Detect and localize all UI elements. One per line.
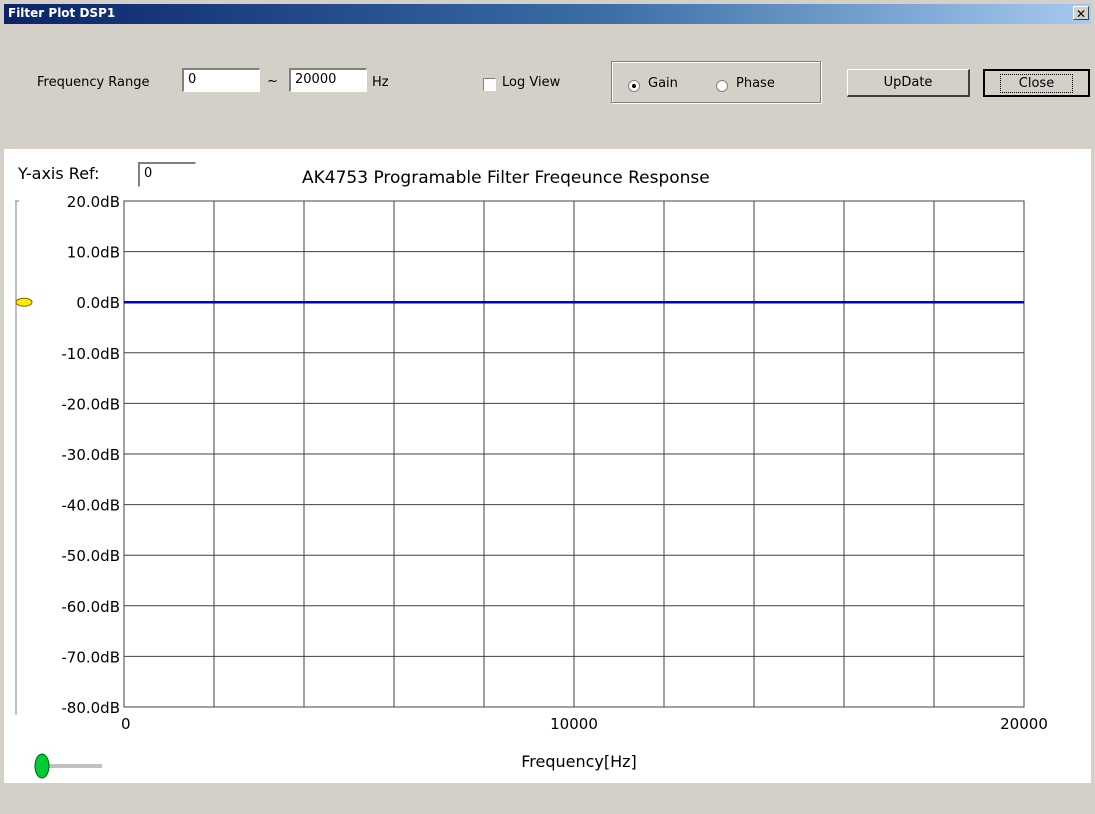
frequency-max-field[interactable]: 20000: [289, 68, 367, 92]
phase-radio[interactable]: [716, 80, 728, 92]
status-bar: [4, 784, 1091, 810]
y-tick-label: -30.0dB: [61, 446, 120, 464]
log-view-checkbox[interactable]: [483, 78, 496, 91]
x-slider-thumb[interactable]: [34, 753, 50, 779]
mode-group: Gain Phase: [611, 61, 821, 103]
plot-panel: Y-axis Ref: 0 AK4753 Programable Filter …: [4, 149, 1091, 783]
filter-plot-window: Filter Plot DSP1 ✕ Frequency Range 0 ~ 2…: [0, 0, 1095, 814]
close-icon[interactable]: ✕: [1073, 6, 1089, 21]
close-button[interactable]: Close: [983, 69, 1090, 97]
x-tick-label: 20000: [1000, 715, 1048, 733]
y-tick-label: -80.0dB: [61, 699, 120, 717]
gain-radio[interactable]: [628, 80, 640, 92]
y-tick-label: -70.0dB: [61, 648, 120, 666]
x-tick-label: 10000: [550, 715, 598, 733]
close-button-label: Close: [999, 73, 1074, 93]
range-tilde: ~: [267, 74, 278, 89]
frequency-min-field[interactable]: 0: [182, 68, 260, 92]
phase-label: Phase: [736, 76, 775, 91]
window-title: Filter Plot DSP1: [8, 6, 116, 20]
frequency-unit-label: Hz: [372, 75, 389, 90]
x-axis-label: Frequency[Hz]: [521, 752, 637, 771]
y-tick-label: -60.0dB: [61, 598, 120, 616]
y-tick-label: -40.0dB: [61, 497, 120, 515]
gain-label: Gain: [648, 76, 678, 91]
title-bar[interactable]: Filter Plot DSP1 ✕: [4, 4, 1091, 24]
y-slider-thumb[interactable]: [15, 297, 33, 307]
y-axis-ref-slider[interactable]: [15, 200, 33, 715]
frequency-range-label: Frequency Range: [37, 75, 150, 90]
y-tick-label: 0.0dB: [76, 294, 120, 312]
chart-grid: [123, 200, 1025, 708]
x-axis-ticks: 0 10000 20000: [121, 715, 1048, 733]
y-tick-label: -10.0dB: [61, 345, 120, 363]
y-tick-label: 20.0dB: [67, 193, 120, 211]
y-axis-ticks: 20.0dB 10.0dB 0.0dB -10.0dB -20.0dB -30.0dB -4…: [61, 193, 120, 717]
update-button[interactable]: UpDate: [847, 69, 970, 97]
log-view-label: Log View: [502, 75, 561, 90]
y-tick-label: -50.0dB: [61, 547, 120, 565]
x-zoom-slider[interactable]: [34, 753, 102, 779]
y-tick-label: 10.0dB: [67, 244, 120, 262]
x-tick-label: 0: [121, 715, 131, 733]
chart-title: AK4753 Programable Filter Freqeunce Resp…: [302, 168, 710, 188]
frequency-response-chart: AK4753 Programable Filter Freqeunce Resp…: [15, 168, 1048, 779]
y-tick-label: -20.0dB: [61, 395, 120, 413]
